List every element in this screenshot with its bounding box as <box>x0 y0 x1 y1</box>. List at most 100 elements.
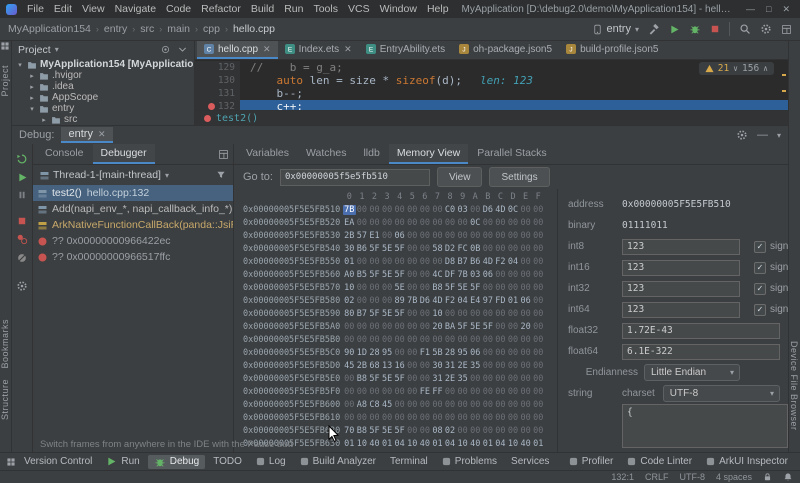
hex-byte[interactable]: 0C <box>507 205 520 215</box>
hex-byte[interactable]: 00 <box>393 218 406 228</box>
hex-byte[interactable]: 00 <box>519 309 532 319</box>
hex-byte[interactable]: B7 <box>356 309 369 319</box>
warning-mark-icon[interactable] <box>782 90 786 92</box>
hex-byte[interactable]: 00 <box>507 387 520 397</box>
hex-byte[interactable]: 00 <box>368 218 381 228</box>
hex-byte[interactable]: 00 <box>431 400 444 410</box>
hex-byte[interactable]: 00 <box>381 296 394 306</box>
hex-byte[interactable]: 00 <box>469 231 482 241</box>
hex-byte[interactable]: 00 <box>381 283 394 293</box>
breadcrumb-item[interactable]: hello.cpp <box>233 23 275 35</box>
hex-byte[interactable]: 00 <box>406 426 419 436</box>
hex-byte[interactable]: 00 <box>393 257 406 267</box>
hex-byte[interactable]: 2B <box>343 231 356 241</box>
hex-byte[interactable]: 00 <box>419 270 432 280</box>
tab-watches[interactable]: Watches <box>298 144 354 164</box>
hex-byte[interactable]: 00 <box>381 231 394 241</box>
hex-byte[interactable]: 00 <box>343 387 356 397</box>
hex-byte[interactable]: 00 <box>507 270 520 280</box>
tool-strip-project[interactable]: Project <box>0 65 10 97</box>
hex-byte[interactable]: 00 <box>406 257 419 267</box>
hex-byte[interactable]: 00 <box>469 426 482 436</box>
hex-byte[interactable]: FD <box>494 296 507 306</box>
hex-byte[interactable]: 57 <box>356 231 369 241</box>
tool-window-button-terminal[interactable]: Terminal <box>384 455 434 469</box>
hex-byte[interactable]: FF <box>431 387 444 397</box>
menu-view[interactable]: View <box>77 3 110 15</box>
hex-byte[interactable]: 00 <box>494 400 507 410</box>
hex-byte[interactable]: 00 <box>431 231 444 241</box>
hex-byte[interactable]: 00 <box>343 413 356 423</box>
editor-tab[interactable]: Jbuild-profile.json5 <box>559 41 665 59</box>
hex-byte[interactable]: 00 <box>368 413 381 423</box>
hex-byte[interactable]: 5F <box>393 426 406 436</box>
hex-byte[interactable]: 00 <box>482 218 495 228</box>
hex-byte[interactable]: 00 <box>419 374 432 384</box>
hex-byte[interactable]: 00 <box>532 231 545 241</box>
hex-byte[interactable]: C0 <box>444 205 457 215</box>
hex-byte[interactable]: 00 <box>381 205 394 215</box>
hex-byte[interactable]: 00 <box>356 257 369 267</box>
hex-byte[interactable]: 5F <box>393 309 406 319</box>
hex-byte[interactable]: 00 <box>494 283 507 293</box>
hex-byte[interactable]: B5 <box>356 270 369 280</box>
rerun-icon[interactable] <box>16 153 28 165</box>
hex-byte[interactable]: 00 <box>406 270 419 280</box>
hex-byte[interactable]: 45 <box>381 400 394 410</box>
close-icon[interactable]: ✕ <box>98 129 106 140</box>
hex-byte[interactable]: 90 <box>343 348 356 358</box>
hex-byte[interactable]: 2B <box>356 361 369 371</box>
hex-byte[interactable]: 40 <box>419 439 432 449</box>
tab-variables[interactable]: Variables <box>238 144 297 164</box>
hex-byte[interactable]: 5F <box>368 244 381 254</box>
close-icon[interactable]: ✕ <box>344 44 352 55</box>
hex-byte[interactable]: 00 <box>419 361 432 371</box>
hex-byte[interactable]: 00 <box>507 244 520 254</box>
hex-byte[interactable]: 00 <box>343 335 356 345</box>
hex-byte[interactable]: 00 <box>444 387 457 397</box>
hex-byte[interactable]: 00 <box>368 335 381 345</box>
hex-byte[interactable]: 00 <box>532 244 545 254</box>
hex-byte[interactable]: 00 <box>431 335 444 345</box>
hex-byte[interactable]: 00 <box>431 205 444 215</box>
hex-byte[interactable]: 01 <box>532 439 545 449</box>
hex-byte[interactable]: 00 <box>406 400 419 410</box>
hex-byte[interactable]: 00 <box>532 413 545 423</box>
frame-row[interactable]: test2()hello.cpp:132 <box>33 185 233 201</box>
editor-gutter[interactable]: 129 <box>195 61 240 74</box>
hex-byte[interactable]: 00 <box>419 244 432 254</box>
tab-console[interactable]: Console <box>37 144 92 164</box>
hex-byte[interactable]: 00 <box>519 335 532 345</box>
hex-byte[interactable]: 00 <box>519 270 532 280</box>
hex-byte[interactable]: 00 <box>494 270 507 280</box>
hex-byte[interactable]: 10 <box>343 283 356 293</box>
hex-byte[interactable]: 00 <box>507 231 520 241</box>
int32-field[interactable] <box>622 281 740 297</box>
chevron-right-icon[interactable]: ▸ <box>40 116 48 124</box>
hex-byte[interactable]: 03 <box>469 270 482 280</box>
hex-byte[interactable]: 58 <box>431 244 444 254</box>
hex-byte[interactable]: 00 <box>507 218 520 228</box>
hex-byte[interactable]: 00 <box>456 218 469 228</box>
hex-byte[interactable]: DF <box>444 270 457 280</box>
chevron-down-icon[interactable]: ▾ <box>28 105 36 113</box>
hex-byte[interactable]: 00 <box>482 361 495 371</box>
hex-byte[interactable]: 40 <box>519 439 532 449</box>
hex-byte[interactable]: C8 <box>368 400 381 410</box>
hex-byte[interactable]: 00 <box>444 335 457 345</box>
hex-byte[interactable]: 30 <box>431 361 444 371</box>
warning-mark-icon[interactable] <box>782 74 786 76</box>
float64-field[interactable] <box>622 344 780 360</box>
hex-byte[interactable]: 00 <box>456 309 469 319</box>
hex-byte[interactable]: 13 <box>381 361 394 371</box>
breadcrumb-item[interactable]: cpp <box>203 23 220 35</box>
hex-byte[interactable]: 00 <box>444 218 457 228</box>
hex-byte[interactable]: 00 <box>406 231 419 241</box>
hex-byte[interactable]: B8 <box>356 426 369 436</box>
tool-window-button-problems[interactable]: Problems <box>436 455 503 469</box>
hex-byte[interactable]: 00 <box>444 400 457 410</box>
hex-byte[interactable]: 5F <box>368 270 381 280</box>
view-button[interactable]: View <box>437 167 483 187</box>
hex-byte[interactable]: 1D <box>356 348 369 358</box>
hex-byte[interactable]: 00 <box>482 413 495 423</box>
